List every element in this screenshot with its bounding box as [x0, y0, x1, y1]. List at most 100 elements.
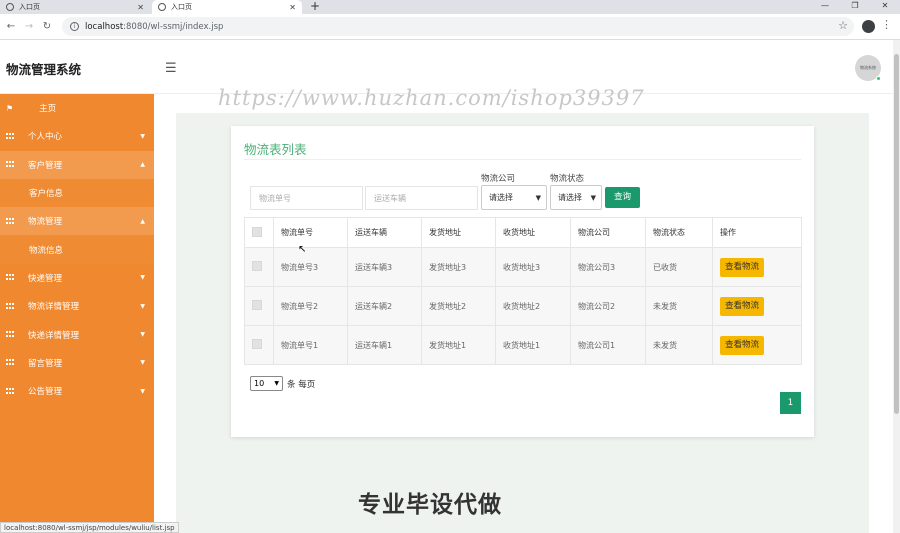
scrollbar-thumb[interactable]: [894, 54, 899, 414]
browser-tab-active[interactable]: 入口页 ✕: [152, 0, 302, 14]
sidebar-item-label: 个人中心: [28, 132, 63, 143]
cell-order: 物流单号3: [273, 247, 348, 287]
header-checkbox-cell: [244, 217, 274, 248]
cell-action: 查看物流: [712, 325, 802, 365]
caret-down-icon: ▼: [140, 132, 145, 140]
globe-icon: [6, 3, 14, 11]
grid-icon: [6, 331, 14, 338]
browser-tab[interactable]: 入口页 ✕: [0, 0, 150, 14]
table-row: 物流单号1 运送车辆1 发货地址1 收货地址1 物流公司1 未发货 查看物流: [244, 325, 802, 365]
page-number-button[interactable]: 1: [780, 392, 801, 414]
caret-down-icon: ▼: [140, 387, 145, 395]
table-row: 物流单号2 运送车辆2 发货地址2 收货地址2 物流公司2 未发货 查看物流: [244, 286, 802, 326]
row-checkbox-cell: [244, 247, 274, 287]
sidebar-subitem-logistics-info[interactable]: 物流信息: [0, 235, 154, 264]
sidebar-item-label: 物流管理: [28, 217, 63, 228]
page-size-select[interactable]: 10 ▼: [250, 376, 283, 391]
cell-from: 发货地址2: [421, 286, 496, 326]
cell-status: 已收货: [645, 247, 713, 287]
hamburger-icon[interactable]: ☰: [165, 61, 177, 76]
tab-label: 入口页: [19, 3, 40, 11]
cell-to: 收货地址2: [495, 286, 571, 326]
watermark-caption: 专业毕设代做: [358, 492, 502, 518]
account-icon[interactable]: [862, 20, 875, 33]
chevron-down-icon: ▼: [535, 193, 541, 202]
close-icon[interactable]: ✕: [137, 3, 144, 12]
row-checkbox[interactable]: [252, 300, 262, 310]
sidebar-item-label: 主页: [39, 104, 57, 115]
close-icon[interactable]: ✕: [289, 3, 296, 12]
status-bar-url: localhost:8080/wl-ssmj/jsp/modules/wuliu…: [0, 522, 179, 533]
forward-icon[interactable]: →: [22, 21, 36, 32]
row-checkbox[interactable]: [252, 261, 262, 271]
sidebar-item-logistics-detail[interactable]: 物流详情管理 ▼: [0, 292, 154, 320]
cell-vehicle: 运送车辆2: [347, 286, 422, 326]
bookmark-star-icon[interactable]: ☆: [838, 19, 848, 32]
grid-icon: [6, 217, 14, 225]
info-icon[interactable]: i: [70, 22, 79, 31]
status-select-value: 请选择: [558, 193, 582, 202]
sidebar-item-messages[interactable]: 留言管理 ▼: [0, 349, 154, 377]
status-label: 物流状态: [550, 174, 585, 184]
select-all-checkbox[interactable]: [252, 226, 262, 237]
company-select[interactable]: 请选择 ▼: [481, 185, 547, 210]
query-button[interactable]: 查询: [605, 187, 640, 208]
caret-up-icon: ▲: [140, 217, 145, 225]
sidebar-item-label: 客户管理: [28, 160, 63, 171]
table-header: 发货地址: [421, 217, 496, 248]
cell-company: 物流公司3: [570, 247, 646, 287]
grid-icon: [6, 387, 14, 395]
caret-down-icon: ▼: [140, 302, 145, 310]
chevron-down-icon: ▼: [590, 193, 596, 202]
table-header: 操作: [712, 217, 802, 248]
back-icon[interactable]: ←: [4, 21, 18, 32]
flag-icon: ⚑: [6, 103, 14, 113]
cell-order: 物流单号2: [273, 286, 348, 326]
sidebar-item-express-detail[interactable]: 快递详情管理 ▼: [0, 320, 154, 348]
grid-icon: [6, 132, 14, 140]
view-logistics-button[interactable]: 查看物流: [720, 257, 765, 277]
cell-order: 物流单号1: [273, 325, 348, 365]
new-tab-icon[interactable]: +: [310, 0, 320, 13]
chevron-down-icon: ▼: [274, 380, 279, 387]
order-number-input[interactable]: 物流单号: [250, 186, 363, 210]
url-input[interactable]: i localhost:8080/wl-ssmj/index.jsp: [62, 17, 854, 36]
sidebar: ⚑ 主页 个人中心 ▼ 客户管理 ▲ 客户信息 物流管理 ▲ 物流信息 快递管理…: [0, 94, 154, 533]
cell-company: 物流公司1: [570, 325, 646, 365]
menu-kebab-icon[interactable]: ⋮: [881, 18, 892, 31]
sidebar-item-logistics[interactable]: 物流管理 ▲: [0, 207, 154, 236]
list-card: 物流表列表 物流单号 运送车辆 物流公司 请选择 ▼ 物流状态 请选择 ▼ 查询…: [231, 126, 814, 437]
view-logistics-button[interactable]: 查看物流: [720, 335, 765, 355]
vertical-scrollbar[interactable]: [893, 40, 900, 533]
minimize-icon[interactable]: —: [810, 0, 840, 14]
sidebar-item-label: 公告管理: [28, 387, 63, 398]
address-bar: ← → ↻ i localhost:8080/wl-ssmj/index.jsp…: [0, 14, 900, 40]
sidebar-item-label: 快递详情管理: [28, 330, 80, 341]
sidebar-item-express[interactable]: 快递管理 ▼: [0, 264, 154, 292]
sidebar-item-notices[interactable]: 公告管理 ▼: [0, 377, 154, 405]
page-title: 物流表列表: [244, 142, 307, 157]
status-select[interactable]: 请选择 ▼: [550, 185, 602, 210]
vehicle-input[interactable]: 运送车辆: [365, 186, 478, 210]
sidebar-item-customers[interactable]: 客户管理 ▲: [0, 150, 154, 179]
divider: [244, 159, 801, 160]
view-logistics-button[interactable]: 查看物流: [720, 296, 765, 316]
grid-icon: [6, 161, 14, 168]
grid-icon: [6, 274, 14, 281]
reload-icon[interactable]: ↻: [40, 21, 54, 32]
row-checkbox-cell: [244, 286, 274, 326]
sidebar-item-label: 快递管理: [28, 273, 63, 284]
cell-vehicle: 运送车辆3: [347, 247, 422, 287]
sidebar-item-profile[interactable]: 个人中心 ▼: [0, 122, 154, 150]
row-checkbox[interactable]: [252, 339, 262, 349]
restore-icon[interactable]: ❐: [840, 0, 870, 14]
sidebar-subitem-customer-info[interactable]: 客户信息: [0, 178, 154, 208]
table-row: 物流单号3 运送车辆3 发货地址3 收货地址3 物流公司3 已收货 查看物流: [244, 247, 802, 287]
sidebar-item-home[interactable]: ⚑ 主页: [0, 94, 154, 122]
cell-status: 未发货: [645, 325, 713, 365]
table-header: 物流状态: [645, 217, 713, 248]
cell-status: 未发货: [645, 286, 713, 326]
sidebar-item-label: 留言管理: [28, 358, 63, 369]
window-close-icon[interactable]: ✕: [870, 0, 900, 14]
page-size-value: 10: [254, 379, 265, 388]
